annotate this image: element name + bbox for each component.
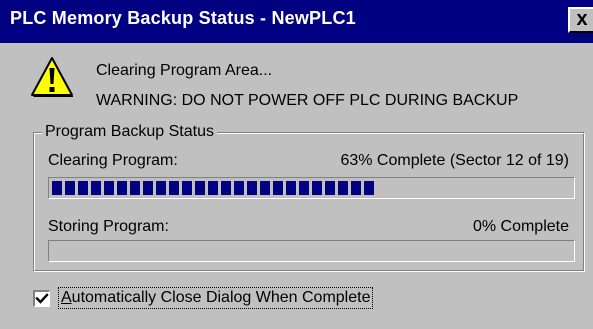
window-title: PLC Memory Backup Status - NewPLC1 — [10, 8, 356, 28]
storing-progress-bar — [48, 240, 575, 262]
progress-block — [312, 181, 322, 195]
warning-icon — [31, 57, 73, 97]
progress-block — [260, 181, 270, 195]
group-title: Program Backup Status — [42, 123, 217, 141]
warning-message: WARNING: DO NOT POWER OFF PLC DURING BAC… — [96, 92, 519, 109]
progress-block — [91, 181, 101, 195]
close-icon: x — [576, 8, 588, 30]
auto-close-checkbox[interactable] — [33, 290, 50, 307]
progress-block — [247, 181, 257, 195]
progress-block — [65, 181, 75, 195]
progress-block — [52, 181, 62, 195]
progress-block — [208, 181, 218, 195]
auto-close-label-text: utomatically Close Dialog When Complete — [71, 289, 371, 306]
progress-block — [78, 181, 88, 195]
progress-block — [104, 181, 114, 195]
progress-block — [364, 181, 374, 195]
backup-status-dialog: PLC Memory Backup Status - NewPLC1 x Cle… — [0, 0, 593, 329]
title-bar[interactable]: PLC Memory Backup Status - NewPLC1 x — [0, 0, 593, 43]
storing-program-status: 0% Complete — [472, 218, 569, 235]
progress-block — [117, 181, 127, 195]
progress-block — [286, 181, 296, 195]
clearing-program-status: 63% Complete (Sector 12 of 19) — [340, 152, 569, 169]
clearing-progress-bar — [48, 177, 575, 199]
close-button[interactable]: x — [568, 7, 593, 33]
progress-block — [299, 181, 309, 195]
progress-block — [130, 181, 140, 195]
progress-block — [156, 181, 166, 195]
progress-block — [221, 181, 231, 195]
progress-block — [195, 181, 205, 195]
progress-block — [325, 181, 335, 195]
progress-block — [338, 181, 348, 195]
progress-block — [169, 181, 179, 195]
progress-block — [182, 181, 192, 195]
progress-block — [143, 181, 153, 195]
auto-close-accelerator: A — [61, 289, 72, 306]
storing-program-label: Storing Program: — [48, 218, 169, 235]
progress-block — [351, 181, 361, 195]
progress-block — [234, 181, 244, 195]
clearing-program-label: Clearing Program: — [48, 152, 178, 169]
progress-block — [273, 181, 283, 195]
auto-close-label[interactable]: Automatically Close Dialog When Complete — [58, 287, 374, 309]
checkmark-icon — [35, 293, 49, 304]
status-message: Clearing Program Area... — [96, 62, 273, 79]
